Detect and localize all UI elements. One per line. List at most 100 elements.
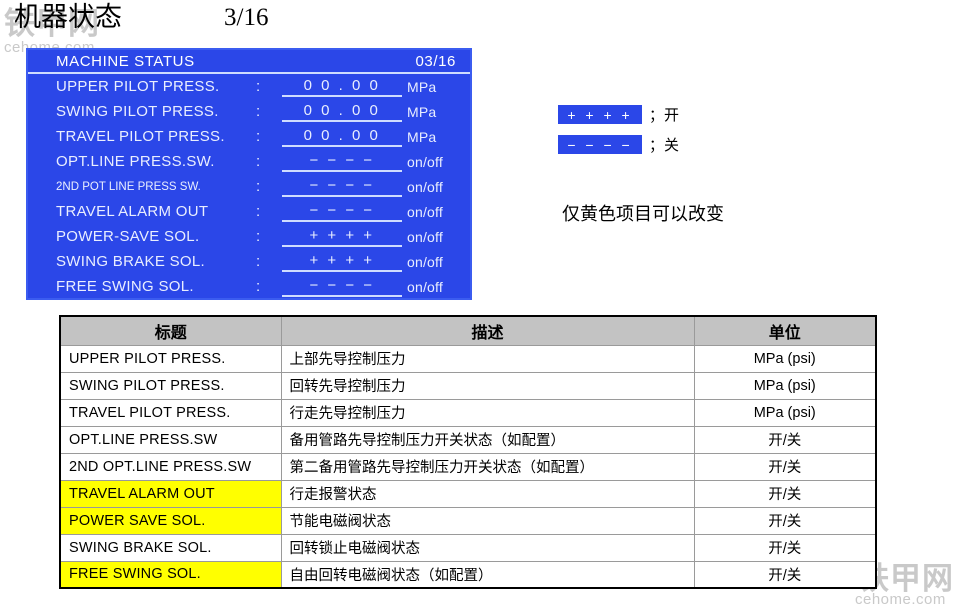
- monitor-row-label: UPPER PILOT PRESS.: [56, 78, 220, 95]
- watermark-url-bottom-right: cehome.com: [855, 591, 946, 608]
- cell-title: 2ND OPT.LINE PRESS.SW: [59, 452, 282, 481]
- monitor-row-value: 0 0 . 0 0: [282, 127, 402, 147]
- machine-status-table: 标题 描述 单位 UPPER PILOT PRESS. 上部先导控制压力 MPa (…: [59, 315, 877, 589]
- monitor-row-list: UPPER PILOT PRESS.:0 0 . 0 0 MPa SWING PIL…: [28, 74, 470, 298]
- monitor-row-value: − − − −: [282, 177, 402, 197]
- cell-description: 上部先导控制压力: [280, 344, 695, 373]
- monitor-row: POWER-SAVE SOL.: + + + + on/off: [28, 224, 470, 249]
- table-row: SWING BRAKE SOL. 回转锁止电磁阀状态 开/关: [59, 533, 877, 562]
- monitor-header-title: MACHINE STATUS: [56, 52, 195, 70]
- cell-unit: MPa (psi): [693, 398, 877, 427]
- cell-description: 备用管路先导控制压力开关状态（如配置）: [280, 425, 695, 454]
- column-header-title: 标题: [59, 315, 282, 346]
- monitor-row-unit: MPa: [407, 103, 437, 120]
- monitor-row-colon: :: [256, 103, 261, 120]
- legend-label-on: ；开: [649, 106, 680, 124]
- monitor-row-label: 2ND POT LINE PRESS SW.: [56, 180, 201, 193]
- cell-unit: 开/关: [693, 479, 877, 508]
- cell-description: 行走报警状态: [280, 479, 695, 508]
- column-header-unit: 单位: [693, 315, 877, 346]
- cell-title: TRAVEL PILOT PRESS.: [59, 398, 282, 427]
- cell-unit: 开/关: [693, 452, 877, 481]
- monitor-row-label: TRAVEL ALARM OUT: [56, 203, 209, 220]
- table-row: FREE SWING SOL. 自由回转电磁阀状态（如配置） 开/关: [59, 560, 877, 589]
- cell-description: 第二备用管路先导控制压力开关状态（如配置）: [280, 452, 695, 481]
- monitor-row-label: TRAVEL PILOT PRESS.: [56, 128, 225, 145]
- cell-title: UPPER PILOT PRESS.: [59, 344, 282, 373]
- legend-note: 仅黄色项目可以改变: [562, 204, 724, 225]
- monitor-row-colon: :: [256, 203, 261, 220]
- monitor-row-unit: on/off: [407, 203, 443, 220]
- monitor-row-label: OPT.LINE PRESS.SW.: [56, 153, 215, 170]
- table-row: POWER SAVE SOL. 节能电磁阀状态 开/关: [59, 506, 877, 535]
- machine-status-monitor-panel: MACHINE STATUS 03/16 UPPER PILOT PRESS.:…: [26, 48, 472, 300]
- table-row: SWING PILOT PRESS. 回转先导控制压力 MPa (psi): [59, 371, 877, 400]
- cell-unit: MPa (psi): [693, 371, 877, 400]
- monitor-row-value: 0 0 . 0 0: [282, 77, 402, 97]
- monitor-row: UPPER PILOT PRESS.: 0 0 . 0 0 MPa: [28, 74, 470, 99]
- monitor-row-value: 0 0 . 0 0: [282, 102, 402, 122]
- monitor-row: FREE SWING SOL.: − − − − on/off: [28, 274, 470, 298]
- monitor-row-colon: :: [256, 128, 261, 145]
- monitor-row-unit: on/off: [407, 228, 443, 245]
- monitor-row-value: + + + +: [282, 252, 402, 272]
- monitor-row-value: + + + +: [282, 227, 402, 247]
- legend-label-off: ；关: [649, 136, 680, 154]
- monitor-row-unit: on/off: [407, 278, 443, 295]
- monitor-row-colon: :: [256, 278, 261, 295]
- monitor-header: MACHINE STATUS 03/16: [28, 50, 470, 74]
- cell-description: 回转先导控制压力: [280, 371, 695, 400]
- monitor-row-unit: on/off: [407, 178, 443, 195]
- monitor-row-colon: :: [256, 178, 261, 195]
- table-row: OPT.LINE PRESS.SW 备用管路先导控制压力开关状态（如配置） 开/关: [59, 425, 877, 454]
- cell-unit: MPa (psi): [693, 344, 877, 373]
- cell-description: 回转锁止电磁阀状态: [280, 533, 695, 562]
- monitor-row-unit: on/off: [407, 153, 443, 170]
- monitor-row: OPT.LINE PRESS.SW.: − − − − on/off: [28, 149, 470, 174]
- monitor-row-label: POWER-SAVE SOL.: [56, 228, 200, 245]
- table-header-row: 标题 描述 单位: [59, 315, 877, 346]
- monitor-row: SWING PILOT PRESS.: 0 0 . 0 0 MPa: [28, 99, 470, 124]
- cell-title: SWING PILOT PRESS.: [59, 371, 282, 400]
- cell-description: 自由回转电磁阀状态（如配置）: [280, 560, 695, 589]
- cell-title: SWING BRAKE SOL.: [59, 533, 282, 562]
- monitor-row: TRAVEL ALARM OUT: − − − − on/off: [28, 199, 470, 224]
- monitor-header-page: 03/16: [415, 52, 456, 70]
- monitor-row-label: SWING PILOT PRESS.: [56, 103, 219, 120]
- monitor-row-colon: :: [256, 78, 261, 95]
- monitor-row-label: SWING BRAKE SOL.: [56, 253, 205, 270]
- legend-swatch-off: − − − −: [558, 135, 642, 154]
- monitor-row-value: − − − −: [282, 202, 402, 222]
- cell-description: 行走先导控制压力: [280, 398, 695, 427]
- table-row: UPPER PILOT PRESS. 上部先导控制压力 MPa (psi): [59, 344, 877, 373]
- cell-unit: 开/关: [693, 560, 877, 589]
- cell-unit: 开/关: [693, 533, 877, 562]
- monitor-row: TRAVEL PILOT PRESS.: 0 0 . 0 0 MPa: [28, 124, 470, 149]
- table-row: TRAVEL ALARM OUT 行走报警状态 开/关: [59, 479, 877, 508]
- cell-title: POWER SAVE SOL.: [59, 506, 282, 535]
- monitor-row-unit: on/off: [407, 253, 443, 270]
- monitor-row-colon: :: [256, 253, 261, 270]
- cell-title: OPT.LINE PRESS.SW: [59, 425, 282, 454]
- monitor-row-colon: :: [256, 153, 261, 170]
- page-title: 机器状态: [14, 2, 122, 33]
- table-body: UPPER PILOT PRESS. 上部先导控制压力 MPa (psi) SWING…: [59, 344, 877, 589]
- monitor-row-label: FREE SWING SOL.: [56, 278, 194, 295]
- monitor-row-value: − − − −: [282, 277, 402, 297]
- cell-title: FREE SWING SOL.: [59, 560, 282, 589]
- monitor-row: SWING BRAKE SOL.: + + + + on/off: [28, 249, 470, 274]
- column-header-description: 描述: [280, 315, 695, 346]
- cell-unit: 开/关: [693, 506, 877, 535]
- cell-title: TRAVEL ALARM OUT: [59, 479, 282, 508]
- table-row: 2ND OPT.LINE PRESS.SW 第二备用管路先导控制压力开关状态（如配…: [59, 452, 877, 481]
- legend-row-off: − − − − ；关: [558, 134, 679, 155]
- monitor-row: 2ND POT LINE PRESS SW.: − − − − on/off: [28, 174, 470, 199]
- page-number: 3/16: [224, 4, 269, 31]
- monitor-row-value: − − − −: [282, 152, 402, 172]
- monitor-row-unit: MPa: [407, 128, 437, 145]
- table-row: TRAVEL PILOT PRESS. 行走先导控制压力 MPa (psi): [59, 398, 877, 427]
- cell-description: 节能电磁阀状态: [280, 506, 695, 535]
- cell-unit: 开/关: [693, 425, 877, 454]
- legend-swatch-on: + + + +: [558, 105, 642, 124]
- legend-row-on: + + + + ；开: [558, 104, 679, 125]
